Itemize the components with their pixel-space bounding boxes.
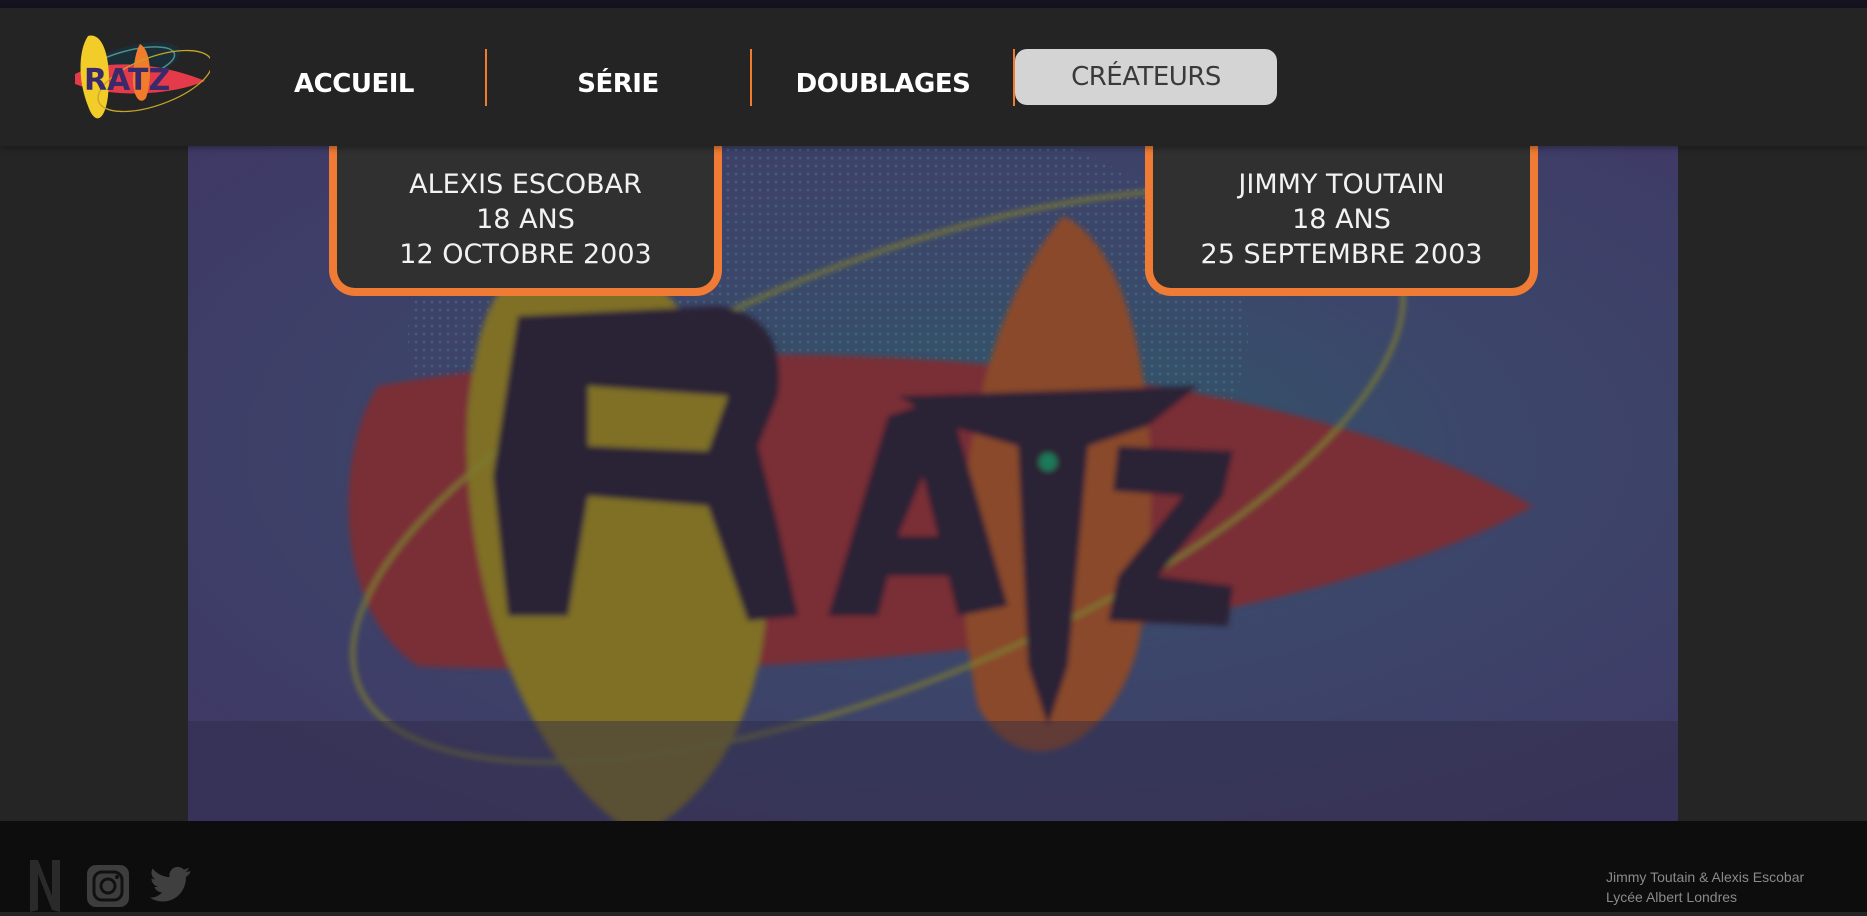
creator-age: 18 ANS — [1292, 204, 1391, 235]
ratz-logo[interactable]: RATZ — [70, 26, 213, 131]
credits-authors: Jimmy Toutain & Alexis Escobar — [1606, 869, 1805, 885]
creator-card-alexis: ALEXIS ESCOBAR 18 ANS 12 OCTOBRE 2003 — [329, 120, 722, 296]
site-footer — [0, 821, 1867, 912]
creator-birthdate: 12 OCTOBRE 2003 — [399, 239, 652, 270]
nav-divider — [485, 49, 487, 106]
site-header: RATZ ACCUEIL SÉRIE DOUBLAGES CRÉATEURS — [0, 8, 1867, 146]
twitter-icon[interactable] — [148, 866, 192, 908]
credits-school: Lycée Albert Londres — [1606, 889, 1738, 905]
footer-credits: Jimmy Toutain & Alexis Escobar Lycée Alb… — [1606, 867, 1804, 907]
logo-text: RATZ — [84, 63, 170, 98]
top-strip — [0, 0, 1867, 8]
instagram-icon[interactable] — [86, 864, 130, 912]
logo-art: RATZ — [75, 35, 213, 119]
creator-name: JIMMY TOUTAIN — [1238, 169, 1445, 200]
nav-doublages[interactable]: DOUBLAGES — [793, 56, 973, 112]
nav-accueil[interactable]: ACCUEIL — [264, 56, 444, 112]
netflix-icon[interactable] — [28, 858, 62, 916]
creator-birthdate: 25 SEPTEMBRE 2003 — [1200, 239, 1483, 270]
creator-age: 18 ANS — [476, 204, 575, 235]
nav-divider — [750, 49, 752, 106]
nav-createurs[interactable]: CRÉATEURS — [1015, 49, 1277, 105]
creator-name: ALEXIS ESCOBAR — [409, 169, 642, 200]
nav-serie[interactable]: SÉRIE — [528, 56, 708, 112]
creator-card-jimmy: JIMMY TOUTAIN 18 ANS 25 SEPTEMBRE 2003 — [1145, 120, 1538, 296]
